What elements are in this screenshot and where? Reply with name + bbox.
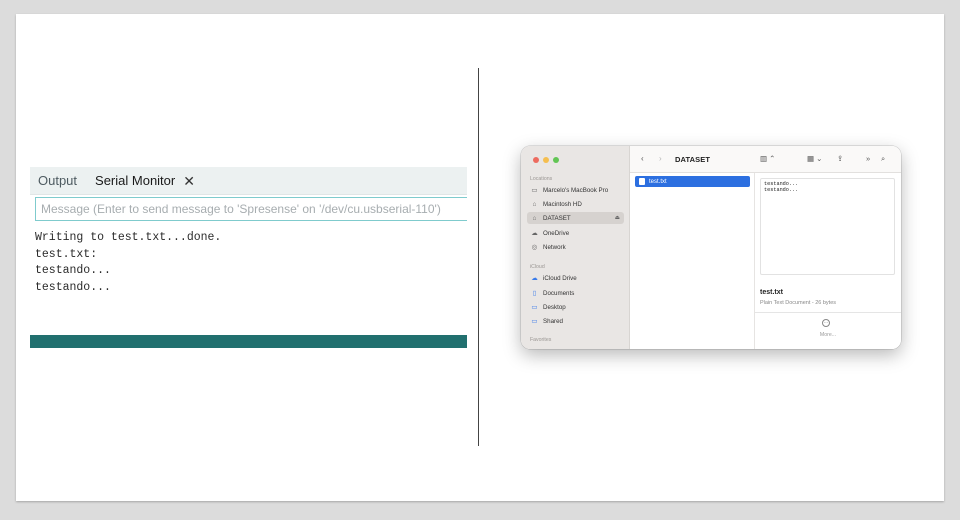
serial-monitor-panel: Output Serial Monitor ✕ Message (Enter t… [30,167,467,348]
list-item[interactable]: test.txt [635,176,750,187]
preview-file-info: Plain Text Document - 26 bytes [760,300,837,306]
log-line: testando... [35,280,111,294]
sidebar-item-network[interactable]: ◎ Network [527,241,624,253]
panel-tabs: Output Serial Monitor ✕ [30,167,467,195]
sidebar-item-shared[interactable]: ▭ Shared [527,315,624,327]
sidebar-item-label: iCloud Drive [543,274,577,282]
sidebar-item-label: DATASET [543,214,571,222]
sidebar-item-onedrive[interactable]: ☁ OneDrive [527,227,624,239]
preview-file-name: test.txt [760,289,783,296]
sidebar-item-documents[interactable]: ▯ Documents [527,287,624,299]
preview-pane: testando... testando... test.txt Plain T… [755,173,901,349]
text-file-icon [639,178,645,185]
sidebar-item-label: Marcelo's MacBook Pro [543,186,609,194]
sidebar-item-label: Network [543,243,566,251]
file-name: test.txt [649,178,667,185]
window-controls [533,157,559,163]
slide-divider [478,68,479,446]
finder-window: Locations ▭ Marcelo's MacBook Pro ⌂ Macint… [521,146,901,349]
sidebar-item-label: OneDrive [543,229,570,237]
forward-icon[interactable]: › [659,154,662,163]
finder-sidebar: Locations ▭ Marcelo's MacBook Pro ⌂ Macint… [521,146,630,349]
more-icon[interactable]: ··· [822,319,830,327]
back-icon[interactable]: ‹ [641,154,644,163]
minimize-window-button[interactable] [543,157,549,163]
network-icon: ◎ [531,244,538,251]
sidebar-item-label: Desktop [543,303,566,311]
zoom-window-button[interactable] [553,157,559,163]
sidebar-item-label: Shared [543,317,563,325]
log-line: Writing to test.txt...done. [35,231,222,244]
sidebar-item-label: Documents [543,289,575,297]
sidebar-item-icloud-drive[interactable]: ☁ iCloud Drive [527,272,624,284]
window-title: DATASET [675,155,711,164]
share-icon[interactable]: ⇪ [837,154,843,163]
laptop-icon: ▭ [531,187,538,194]
preview-divider [755,312,901,313]
sidebar-section-favorites: Favorites [530,337,552,343]
sidebar-item-macbook[interactable]: ▭ Marcelo's MacBook Pro [527,184,624,196]
more-toolbar-icon[interactable]: » [866,154,870,163]
file-list: test.txt [630,173,755,349]
log-line: testando... [35,264,111,277]
file-preview: testando... testando... [760,178,895,275]
sidebar-section-icloud: iCloud [530,264,545,270]
sidebar-section-locations: Locations [530,176,553,182]
column-view-icon[interactable]: ▥ ⌃ [760,154,775,163]
preview-content: testando... testando... [764,181,799,193]
search-icon[interactable]: ⌕ [881,154,885,164]
serial-log-output: Writing to test.txt...done. test.txt: test… [35,230,221,296]
status-bar [30,335,467,348]
more-button[interactable]: More... [755,332,901,338]
close-icon[interactable]: ✕ [183,174,195,188]
sidebar-item-label: Macintosh HD [543,200,582,208]
cloud-icon: ☁ [531,230,538,237]
close-window-button[interactable] [533,157,539,163]
eject-icon[interactable]: ⏏ [615,215,620,221]
tab-output[interactable]: Output [38,173,77,188]
sidebar-item-dataset[interactable]: ⌂ DATASET ⏏ [527,212,624,224]
log-line: test.txt: [35,247,98,261]
serial-message-input[interactable]: Message (Enter to send message to 'Spres… [35,197,467,221]
disk-icon: ⌂ [532,214,537,222]
sidebar-item-desktop[interactable]: ▭ Desktop [527,301,624,313]
tab-serial-monitor[interactable]: Serial Monitor [95,173,175,188]
desktop-icon: ▭ [531,304,538,311]
group-by-icon[interactable]: ▦ ⌄ [807,154,822,163]
disk-icon: ⌂ [532,200,537,208]
finder-toolbar: ‹ › DATASET ▥ ⌃ ▦ ⌄ ⇪ » ⌕ [630,146,901,173]
cloud-icon: ☁ [531,275,538,282]
document-icon: ▯ [532,290,537,297]
shared-folder-icon: ▭ [531,318,538,325]
sidebar-item-macintosh-hd[interactable]: ⌂ Macintosh HD [527,198,624,210]
